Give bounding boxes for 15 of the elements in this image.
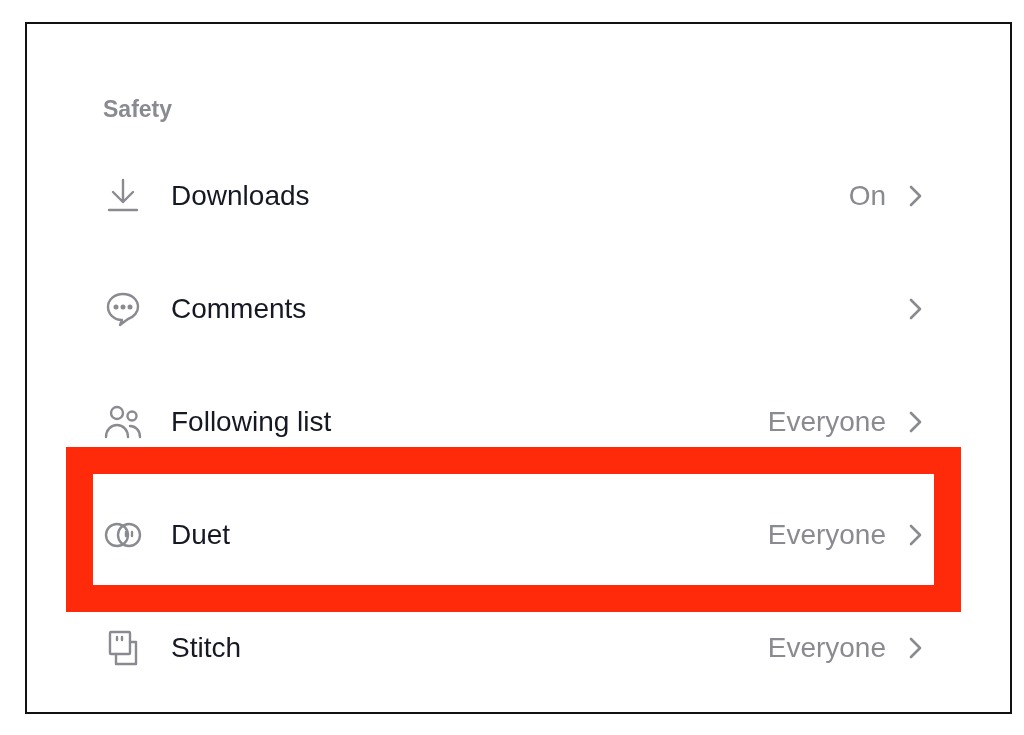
chevron-icon[interactable] [908,522,922,547]
setting-value: On [848,179,886,212]
chevron-icon[interactable] [908,296,922,321]
chevron-icon[interactable] [908,183,922,208]
setting-value: Everyone [767,631,886,664]
setting-value: Everyone [767,518,886,551]
chevron-icon[interactable] [908,635,922,660]
section-title: Safety [103,96,173,122]
setting-label[interactable]: Duet [171,518,768,551]
chevron-icon[interactable] [908,409,922,434]
setting-label[interactable]: Downloads [171,179,849,212]
setting-value: Everyone [767,405,886,438]
setting-label[interactable]: Comments [171,292,908,325]
setting-label[interactable]: Following list [171,405,768,438]
setting-label[interactable]: Stitch [171,631,768,664]
